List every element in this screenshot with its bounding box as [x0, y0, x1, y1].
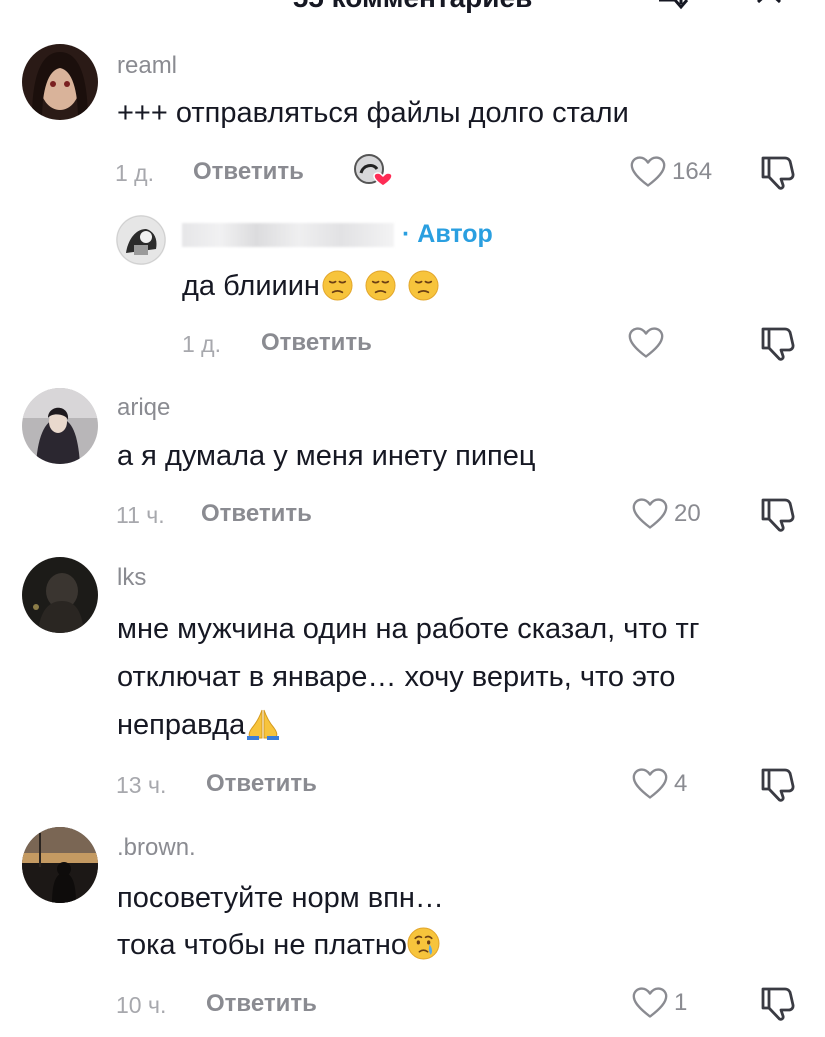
pensive-face-emoji-icon [408, 270, 439, 301]
like-button[interactable]: 1 [632, 985, 687, 1021]
like-count: 164 [672, 158, 713, 185]
avatar[interactable] [116, 215, 166, 265]
comment-text-content: неправда [117, 709, 246, 741]
reply-button[interactable]: Ответить [206, 770, 317, 798]
thumbs-down-icon [757, 154, 797, 190]
comment-text-line: отключат в январе… хочу верить, что это [117, 661, 676, 693]
comment-time: 1 д. [182, 331, 221, 357]
like-button[interactable] [628, 325, 664, 361]
comment-text: +++ отправляться файлы долго стали [117, 97, 629, 129]
like-button[interactable]: 4 [632, 766, 687, 802]
dislike-button[interactable] [757, 985, 797, 1021]
thumbs-down-icon [757, 496, 797, 532]
sort-icon[interactable] [655, 0, 689, 12]
dislike-button[interactable] [757, 766, 797, 802]
reply-button[interactable]: Ответить [193, 158, 304, 186]
blurred-username [182, 223, 394, 247]
dislike-button[interactable] [757, 154, 797, 190]
heart-icon [632, 497, 668, 531]
heart-icon [632, 767, 668, 801]
comment-time: 13 ч. [116, 772, 167, 798]
face-holding-back-tears-emoji-icon [407, 927, 440, 960]
heart-icon [630, 155, 666, 189]
comments-header: 55 комментариев [0, 0, 825, 14]
creator-liked-icon [353, 153, 393, 189]
avatar[interactable] [22, 388, 98, 464]
comment-text-content: тока чтобы не платно [117, 929, 408, 961]
thumbs-down-icon [757, 985, 797, 1021]
comment-text-line: мне мужчина один на работе сказал, что т… [117, 613, 700, 645]
folded-hands-emoji-icon [245, 706, 281, 740]
pensive-face-emoji-icon [322, 270, 353, 301]
avatar[interactable] [22, 827, 98, 903]
comment-text-line-last: неправда [117, 701, 281, 749]
comment-text-line: посоветуйте норм впн… [117, 882, 444, 914]
reply-button[interactable]: Ответить [206, 990, 317, 1018]
reply-text: да блииин [182, 262, 439, 310]
like-count: 20 [674, 500, 701, 527]
pensive-face-emoji-icon [365, 270, 396, 301]
comment-time: 11 ч. [116, 502, 165, 528]
reply-text-content: да блииин [182, 270, 320, 302]
comment-text-line-last: тока чтобы не платно [117, 921, 440, 969]
comment-time: 10 ч. [116, 992, 167, 1018]
dislike-button[interactable] [757, 496, 797, 532]
heart-icon [628, 326, 664, 360]
like-count: 4 [674, 770, 688, 797]
comment-username[interactable]: .brown. [117, 834, 196, 862]
like-count: 1 [674, 989, 688, 1016]
like-button[interactable]: 20 [632, 496, 701, 532]
like-button[interactable]: 164 [630, 154, 712, 190]
comment-username[interactable]: reaml [117, 52, 177, 80]
dislike-button[interactable] [757, 325, 797, 361]
avatar[interactable] [22, 44, 98, 120]
thumbs-down-icon [757, 325, 797, 361]
comments-count-title: 55 комментариев [0, 0, 825, 14]
author-badge: · Автор [402, 220, 493, 248]
comment-username[interactable]: ariqe [117, 394, 170, 422]
thumbs-down-icon [757, 766, 797, 802]
heart-icon [632, 986, 668, 1020]
reply-button[interactable]: Ответить [261, 329, 372, 357]
reply-button[interactable]: Ответить [201, 500, 312, 528]
comment-username[interactable]: lks [117, 564, 146, 592]
comments-sheet: 55 комментариев reaml [0, 0, 825, 1037]
close-icon[interactable] [752, 0, 786, 12]
comment-time: 1 д. [115, 160, 154, 186]
comment-text: а я думала у меня инету пипец [117, 440, 536, 472]
avatar[interactable] [22, 557, 98, 633]
